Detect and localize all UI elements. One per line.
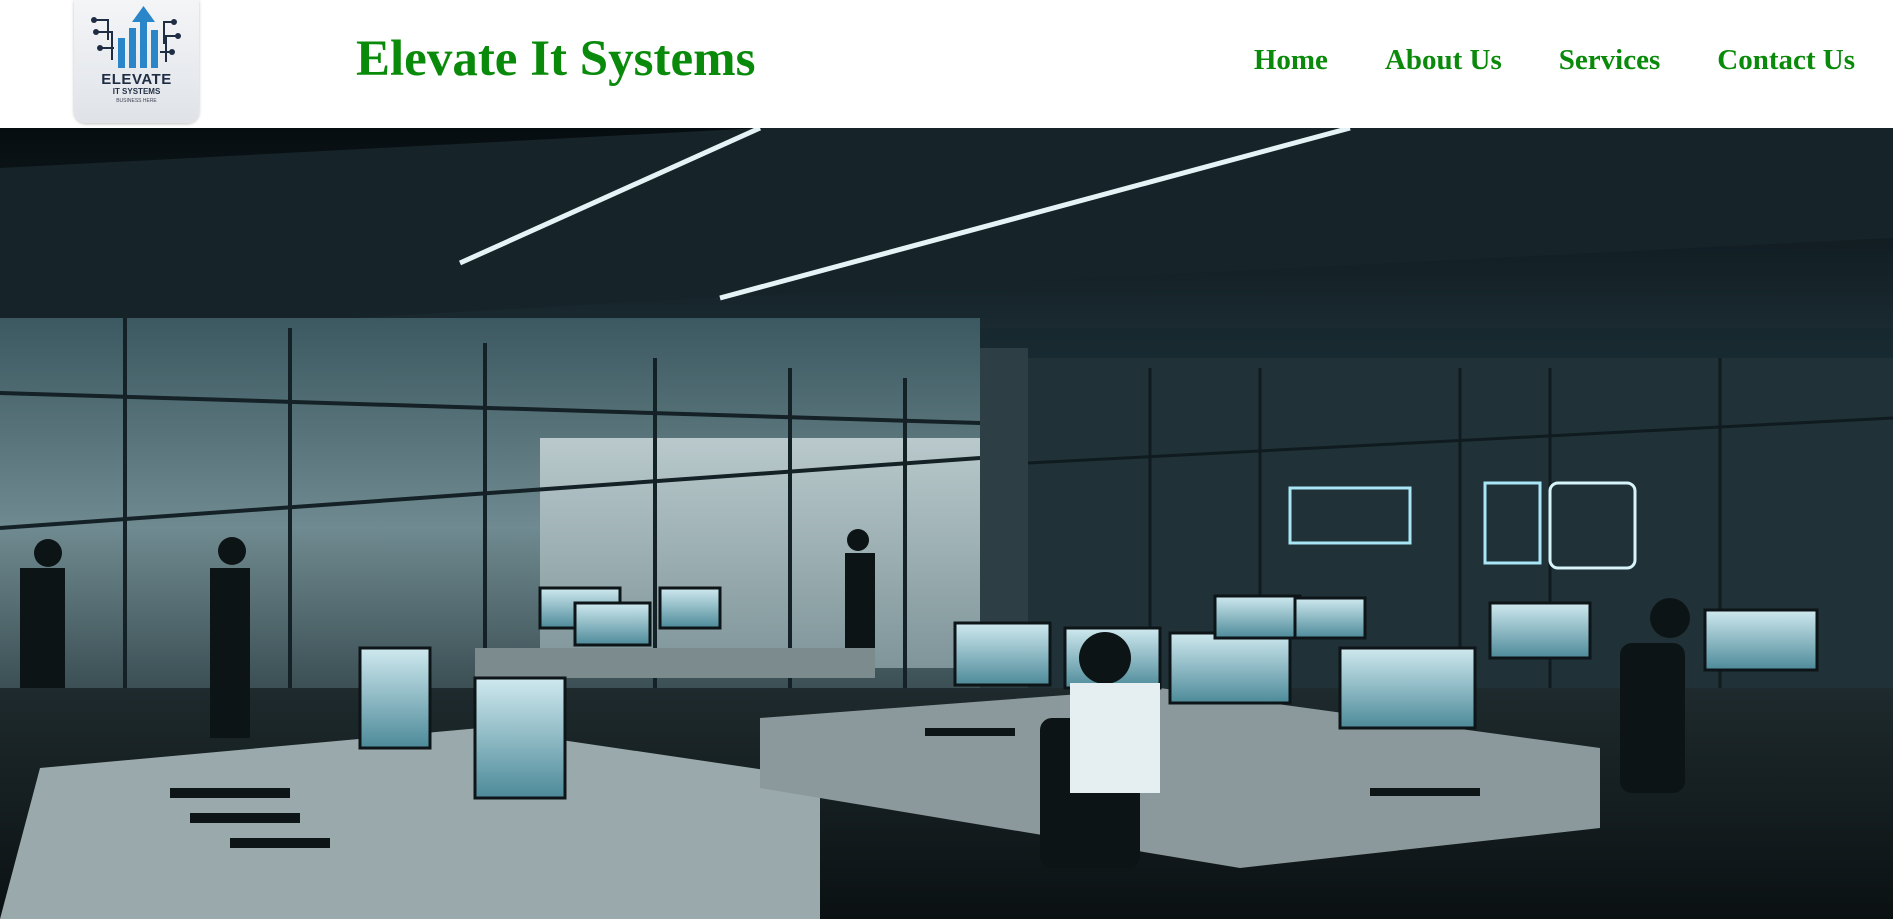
site-header: ELEVATE IT SYSTEMS BUSINESS HERE Elevate… [0, 0, 1893, 128]
logo-tagline: BUSINESS HERE [116, 98, 157, 104]
nav-about-link[interactable]: About Us [1385, 44, 1502, 77]
nav-home-link[interactable]: Home [1254, 44, 1328, 77]
rising-arrows-icon [91, 6, 181, 68]
site-logo[interactable]: ELEVATE IT SYSTEMS BUSINESS HERE [74, 0, 199, 123]
main-nav: Home About Us Services Contact Us [1197, 44, 1855, 77]
nav-contact-link[interactable]: Contact Us [1717, 44, 1855, 77]
control-room-illustration [0, 128, 1893, 919]
nav-services-link[interactable]: Services [1559, 44, 1660, 77]
logo-wordmark: ELEVATE [101, 71, 172, 88]
site-title: Elevate It Systems [356, 31, 756, 87]
logo-subtitle: IT SYSTEMS [112, 87, 161, 96]
hero-image [0, 128, 1893, 919]
